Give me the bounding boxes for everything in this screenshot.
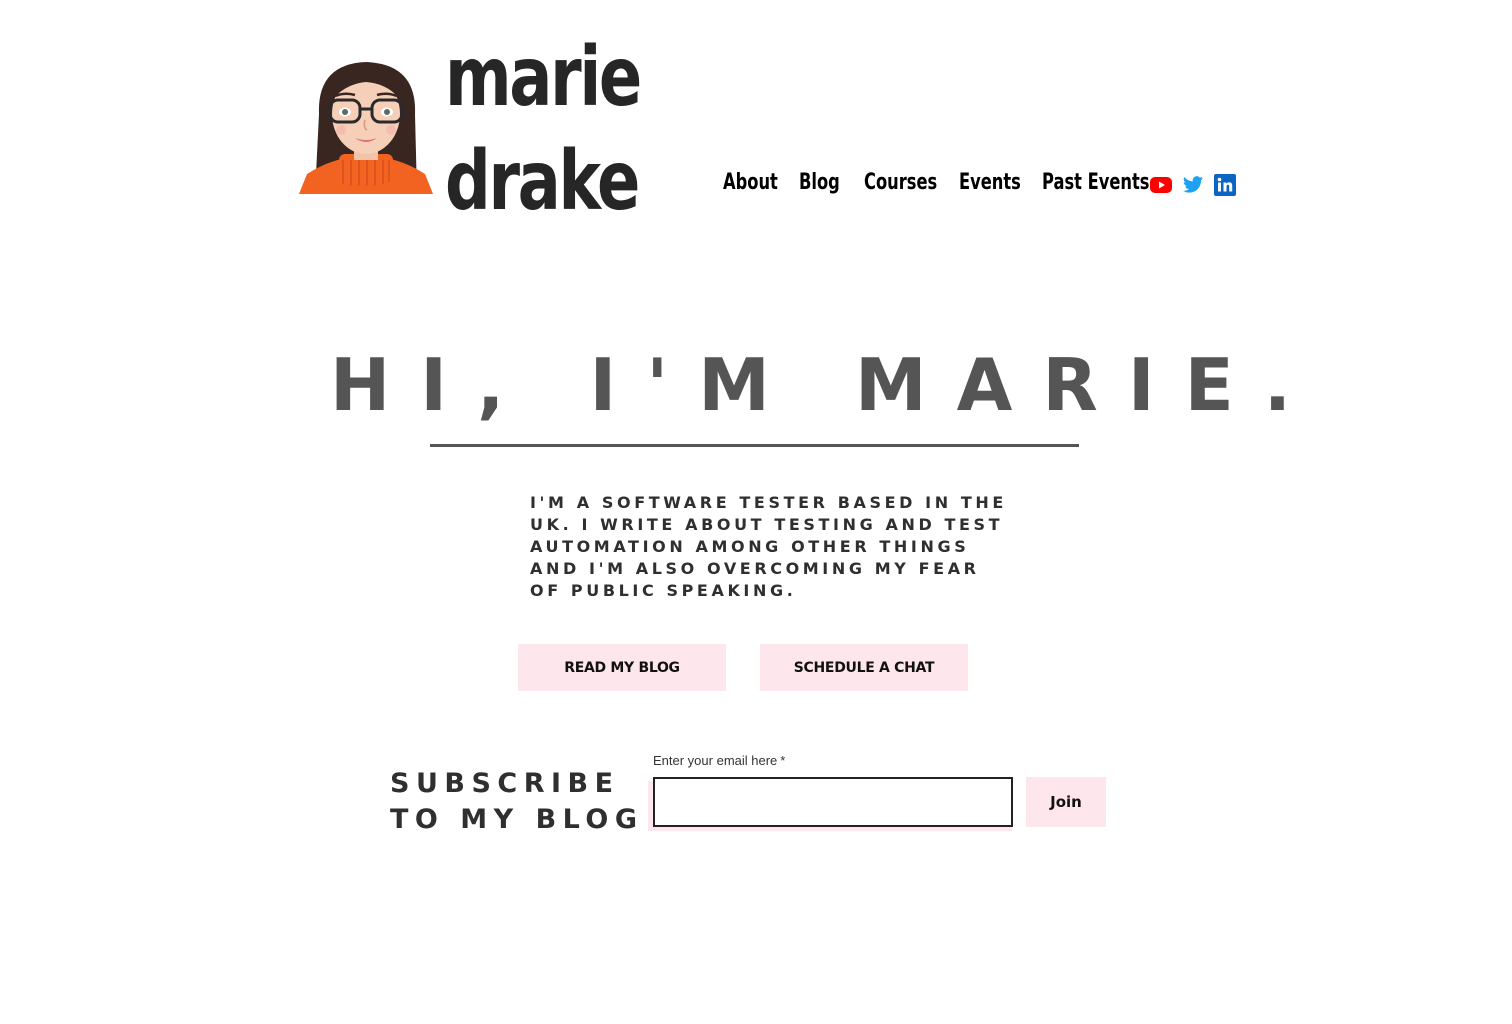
email-label: Enter your email here * <box>653 753 785 768</box>
nav-past-events[interactable]: Past Events <box>1042 170 1149 195</box>
email-field[interactable] <box>653 777 1013 827</box>
join-button[interactable]: Join <box>1026 777 1106 827</box>
linkedin-icon[interactable] <box>1214 174 1236 196</box>
hero-title: HI, I'M MARIE. <box>330 343 1322 427</box>
subscribe-heading-line-1: SUBSCRIBE <box>390 768 620 799</box>
subscribe-heading-line-2: TO MY BLOG <box>390 804 644 835</box>
nav-events[interactable]: Events <box>959 170 1021 195</box>
nav-blog[interactable]: Blog <box>799 170 840 195</box>
read-my-blog-button[interactable]: READ MY BLOG <box>518 644 726 691</box>
hero-intro: I'm a software tester based in the UK. I… <box>530 493 1007 600</box>
email-label-text: Enter your email here <box>653 753 778 768</box>
page: marie drake About Blog Courses Events Pa… <box>0 0 1512 1024</box>
site-logo-text[interactable]: marie drake <box>445 26 642 234</box>
nav-about[interactable]: About <box>723 170 778 195</box>
hero-divider <box>430 444 1079 447</box>
nav-courses[interactable]: Courses <box>864 170 937 195</box>
avatar <box>299 54 433 194</box>
schedule-chat-button[interactable]: SCHEDULE A CHAT <box>760 644 968 691</box>
twitter-icon[interactable] <box>1182 174 1204 196</box>
brand-line-2: drake <box>445 134 640 229</box>
required-mark: * <box>780 753 786 768</box>
youtube-icon[interactable] <box>1150 174 1172 196</box>
brand-line-1: marie <box>445 30 642 125</box>
subscribe-heading: SUBSCRIBE TO MY BLOG <box>390 766 644 838</box>
